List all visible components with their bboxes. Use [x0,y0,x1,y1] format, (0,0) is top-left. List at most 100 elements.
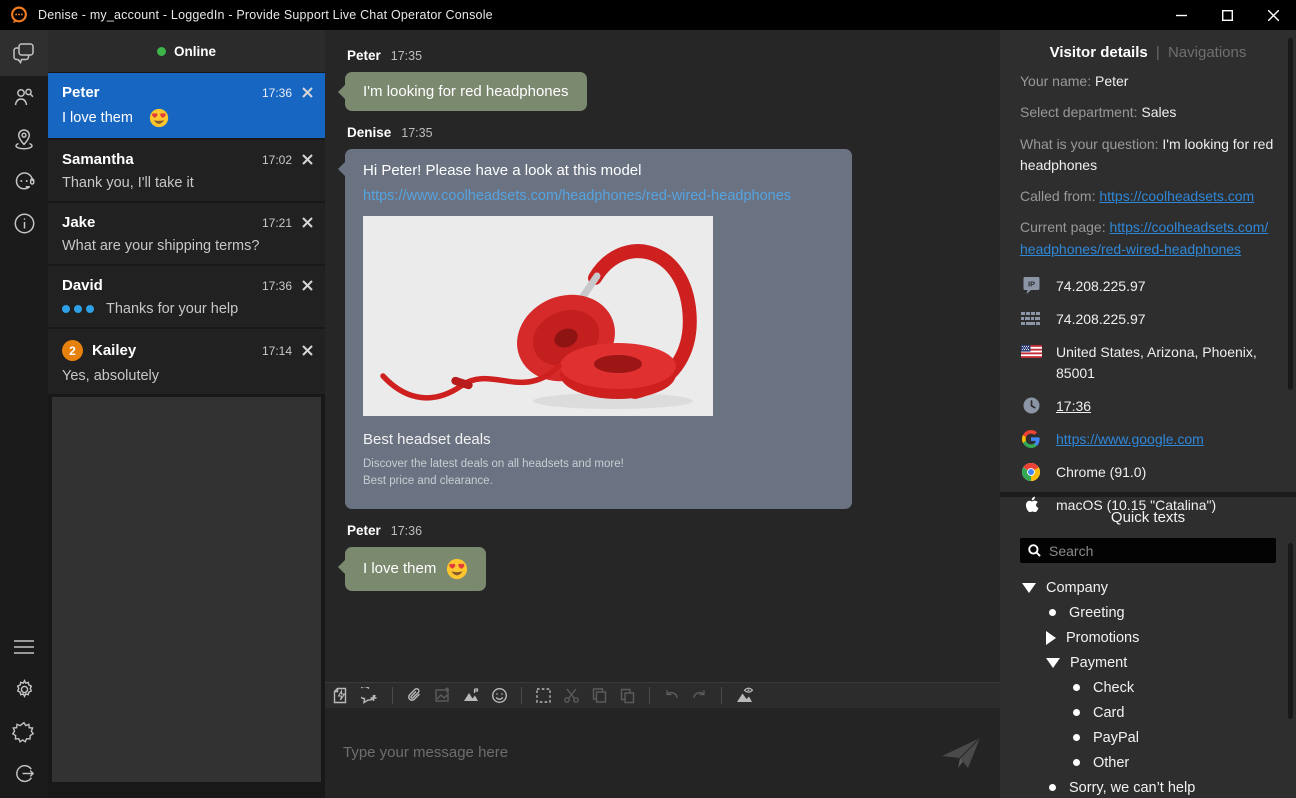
clock-icon [1020,396,1042,416]
chat-name: Peter [62,84,262,101]
geo-location-icon[interactable] [0,118,48,160]
logout-icon[interactable] [0,752,48,794]
chat-time: 17:36 [262,279,292,293]
message-history: Peter 17:35 I'm looking for red headphon… [325,30,1000,682]
chat-list-item[interactable]: Samantha 17:02 Thank you, I'll take it [48,140,325,201]
tree-node-card[interactable]: Card [1020,700,1276,725]
online-status-dot [157,47,166,56]
scrollbar-thumb[interactable] [1288,543,1293,719]
field-department: Select department: Sales [1020,102,1276,123]
close-chat-icon[interactable] [302,87,313,98]
tree-node-greeting[interactable]: Greeting [1020,600,1276,625]
send-image-icon[interactable] [434,687,451,704]
info-icon[interactable] [0,202,48,244]
chat-list-item[interactable]: David 17:36 Thanks for your help [48,266,325,327]
insert-emoji-icon[interactable] [491,687,508,704]
info-location: United States, Arizona, Phoenix, 85001 [1020,342,1276,384]
chat-time: 17:14 [262,344,292,358]
chat-time: 17:02 [262,153,292,167]
called-from-link[interactable]: https://coolheadsets.com [1099,188,1254,204]
titlebar: Denise - my_account - LoggedIn - Provide… [0,0,1296,30]
shared-product-link[interactable]: https://www.coolheadsets.com/headphones/… [363,188,834,204]
maximize-button[interactable] [1204,0,1250,30]
app-logo-icon [10,6,28,24]
operator-status[interactable]: Online [48,30,325,72]
link-preview-description: Discover the latest deals on all headset… [363,456,834,491]
chevron-down-icon[interactable] [1022,583,1036,593]
heart-eyes-emoji [446,558,468,580]
select-area-icon[interactable] [535,687,552,704]
tree-node-company[interactable]: Company [1020,575,1276,600]
chat-preview: Yes, absolutely [62,368,313,384]
window-title: Denise - my_account - LoggedIn - Provide… [38,8,493,22]
undo-icon[interactable] [663,688,680,703]
add-canned-response-icon[interactable] [361,687,379,704]
operator-icon[interactable] [0,160,48,202]
chat-preview: What are your shipping terms? [62,238,313,254]
quick-texts-search[interactable] [1020,538,1276,563]
tree-node-check[interactable]: Check [1020,675,1276,700]
chat-list-item[interactable]: Jake 17:21 What are your shipping terms? [48,203,325,264]
close-chat-icon[interactable] [302,217,313,228]
online-status-label: Online [174,44,216,59]
close-chat-icon[interactable] [302,154,313,165]
chevron-down-icon[interactable] [1046,658,1060,668]
attach-file-icon[interactable] [406,687,423,704]
tab-visitor-details[interactable]: Visitor details [1050,44,1148,61]
heart-eyes-emoji [149,108,169,128]
tree-node-other[interactable]: Other [1020,750,1276,775]
message-time: 17:35 [391,49,422,63]
chat-name: Jake [62,214,262,231]
bullet-icon [1073,759,1080,766]
tab-navigations[interactable]: Navigations [1168,44,1246,61]
tree-node-promotions[interactable]: Promotions [1020,625,1276,650]
sound-icon[interactable] [0,710,48,752]
cut-icon[interactable] [563,687,580,704]
field-current-page: Current page: https://coolheadsets.com/h… [1020,217,1276,260]
chevron-right-icon[interactable] [1046,631,1056,645]
close-chat-icon[interactable] [302,280,313,291]
scrollbar-thumb[interactable] [1288,38,1293,390]
field-question: What is your question: I'm looking for r… [1020,134,1276,177]
message-input[interactable] [325,708,1000,798]
close-chat-icon[interactable] [302,345,313,356]
quick-texts-panel: Quick texts Company Greeting Promotions … [1000,497,1296,798]
chat-name: Samantha [62,151,262,168]
svg-text:IP: IP [1027,280,1034,289]
tree-node-paypal[interactable]: PayPal [1020,725,1276,750]
info-ip-address: IP 74.208.225.97 [1020,276,1276,297]
visitor-details-panel: Visitor details | Navigations Your name:… [1000,30,1296,798]
message-composer [325,708,1000,798]
message-author: Peter [347,48,381,63]
request-screenshot-icon[interactable] [735,687,754,704]
visitors-icon[interactable] [0,76,48,118]
info-hostname: 74.208.225.97 [1020,309,1276,330]
send-message-icon[interactable] [940,736,982,777]
tree-node-sorry[interactable]: Sorry, we can’t help [1020,775,1276,798]
message-author: Denise [347,125,391,140]
referrer-link[interactable]: https://www.google.com [1056,429,1204,450]
close-button[interactable] [1250,0,1296,30]
bullet-icon [1073,709,1080,716]
chat-list-item[interactable]: 2 Kailey 17:14 Yes, absolutely [48,329,325,394]
insert-canned-response-icon[interactable] [333,687,350,704]
settings-icon[interactable] [0,668,48,710]
hostname-icon [1020,309,1042,329]
minimize-button[interactable] [1158,0,1204,30]
tree-node-payment[interactable]: Payment [1020,650,1276,675]
info-referrer: https://www.google.com [1020,429,1276,450]
operator-message-bubble: Hi Peter! Please have a look at this mod… [345,149,852,509]
bullet-icon [1073,734,1080,741]
paste-icon[interactable] [619,687,636,704]
copy-icon[interactable] [591,687,608,704]
redo-icon[interactable] [691,688,708,703]
info-local-time: 17:36 [1020,396,1276,417]
composer-toolbar [325,682,1000,708]
menu-icon[interactable] [0,626,48,668]
conversation-panel: Peter 17:35 I'm looking for red headphon… [325,30,1000,798]
push-page-icon[interactable] [462,687,480,704]
ip-address-icon: IP [1020,276,1042,296]
search-input[interactable] [1049,543,1268,559]
chat-list-item[interactable]: Peter 17:36 I love them [48,73,325,138]
chats-icon[interactable] [0,30,48,76]
